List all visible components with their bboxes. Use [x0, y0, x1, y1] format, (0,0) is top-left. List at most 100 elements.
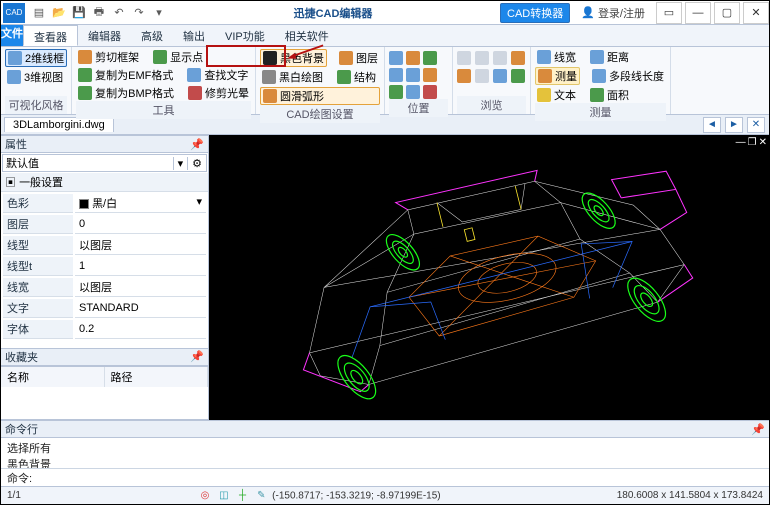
vp-restore-icon[interactable]: ❐ — [748, 137, 757, 148]
command-history: 选择所有 黑色背景 — [1, 438, 769, 468]
tab-prev-icon[interactable]: ◄ — [703, 117, 721, 133]
ribbon-copy-bmp[interactable]: 复制为BMP格式 — [76, 85, 176, 101]
status-bar: 1/1 ◎ ◫ ┼ ✎ (-150.8717; -153.3219; -8.97… — [1, 486, 769, 504]
login-link[interactable]: 👤登录/注册 — [581, 5, 645, 21]
nav-ico[interactable] — [493, 69, 507, 83]
pos-ico[interactable] — [389, 68, 403, 82]
ribbon-3d-view[interactable]: 3维视图 — [5, 69, 67, 85]
group-label: 测量 — [535, 103, 666, 121]
vp-close-icon[interactable]: ✕ — [759, 137, 767, 148]
open-icon[interactable]: 📂 — [50, 4, 68, 22]
new-icon[interactable]: ▤ — [30, 4, 48, 22]
pin-icon[interactable]: 📌 — [751, 423, 765, 436]
ribbon-show-points[interactable]: 显示点 — [151, 49, 205, 65]
undo-icon[interactable]: ↶ — [110, 4, 128, 22]
document-tab[interactable]: 3DLamborgini.dwg — [4, 117, 114, 132]
prop-layer[interactable]: 0 — [75, 215, 206, 234]
group-label: 工具 — [76, 101, 251, 119]
ribbon-area[interactable]: 面积 — [588, 87, 631, 103]
pos-ico[interactable] — [423, 51, 437, 65]
tab-advanced[interactable]: 高级 — [131, 25, 173, 46]
more-icon[interactable]: ▾ — [150, 4, 168, 22]
command-panel-header: 命令行📌 — [1, 420, 769, 438]
prop-textstyle[interactable]: STANDARD — [75, 299, 206, 318]
vp-minimize-icon[interactable]: — — [736, 137, 746, 148]
nav-ico[interactable] — [475, 69, 489, 83]
ribbon-lineweight[interactable]: 线宽 — [535, 49, 578, 65]
prop-color[interactable]: 黑/白 ▾ — [75, 194, 206, 213]
print-icon[interactable]: 🖶 — [90, 4, 108, 22]
ribbon-smooth-arc[interactable]: 圆滑弧形 — [260, 87, 380, 105]
nav-ico[interactable] — [457, 51, 471, 65]
pos-ico[interactable] — [406, 51, 420, 65]
nav-ico[interactable] — [457, 69, 471, 83]
tab-related[interactable]: 相关软件 — [275, 25, 339, 46]
ribbon-black-background[interactable]: 黑色背景 — [260, 49, 327, 67]
status-page: 1/1 — [7, 490, 21, 501]
property-section[interactable]: ▣ 一般设置 — [1, 173, 208, 192]
ribbon-2d-wireframe[interactable]: 2维线框 — [5, 49, 67, 67]
status-ico[interactable]: ◎ — [198, 489, 212, 503]
ribbon-copy-emf[interactable]: 复制为EMF格式 — [76, 67, 175, 83]
nav-ico[interactable] — [511, 51, 525, 65]
save-icon[interactable]: 💾 — [70, 4, 88, 22]
ribbon-structure[interactable]: 结构 — [335, 69, 378, 85]
pos-ico[interactable] — [406, 85, 420, 99]
close-icon[interactable]: ✕ — [743, 2, 769, 24]
command-prompt: 命令: — [7, 470, 32, 486]
pos-ico[interactable] — [423, 68, 437, 82]
app-title: 迅捷CAD编辑器 — [169, 5, 497, 21]
app-logo: CAD — [3, 3, 25, 23]
command-input[interactable] — [35, 472, 763, 484]
pin-icon[interactable]: 📌 — [190, 350, 204, 363]
group-label: 浏览 — [457, 96, 526, 114]
ribbon-find-text[interactable]: 查找文字 — [185, 67, 250, 83]
ribbon-polyline-length[interactable]: 多段线长度 — [590, 67, 666, 85]
group-label: 位置 — [389, 99, 448, 117]
tab-output[interactable]: 输出 — [173, 25, 215, 46]
pos-ico[interactable] — [389, 85, 403, 99]
pos-ico[interactable] — [406, 68, 420, 82]
minimize-icon[interactable]: — — [685, 2, 711, 24]
redo-icon[interactable]: ↷ — [130, 4, 148, 22]
nav-ico[interactable] — [475, 51, 489, 65]
prop-lineweight[interactable]: 以图层 — [75, 278, 206, 297]
status-box: 180.6008 x 141.5804 x 173.8424 — [617, 490, 763, 501]
tab-close-icon[interactable]: ✕ — [747, 117, 765, 133]
favorites-panel-header: 收藏夹📌 — [1, 348, 208, 366]
status-ico[interactable]: ┼ — [236, 489, 250, 503]
group-label: 可视化风格 — [5, 96, 67, 114]
pos-ico[interactable] — [389, 51, 403, 65]
nav-ico[interactable] — [493, 51, 507, 65]
status-coords: (-150.8717; -153.3219; -8.97199E-15) — [272, 490, 440, 501]
property-filter-select[interactable]: 默认值▾⚙ — [2, 154, 207, 172]
drawing-viewport[interactable]: —❐✕ — [209, 135, 769, 420]
ribbon-distance[interactable]: 距离 — [588, 49, 631, 65]
ribbon-tabs: 文件 查看器 编辑器 高级 输出 VIP功能 相关软件 — [1, 25, 769, 47]
tab-vip[interactable]: VIP功能 — [215, 25, 275, 46]
prop-linetype[interactable]: 以图层 — [75, 236, 206, 255]
ribbon-bw-drawing[interactable]: 黑白绘图 — [260, 69, 325, 85]
ribbon-measure[interactable]: 测量 — [535, 67, 580, 85]
status-ico[interactable]: ◫ — [217, 489, 231, 503]
tab-file[interactable]: 文件 — [1, 25, 23, 46]
ribbon-crop-frame[interactable]: 剪切框架 — [76, 49, 141, 65]
pos-ico[interactable] — [423, 85, 437, 99]
prop-height[interactable]: 0.2 — [75, 320, 206, 339]
ribbon: 2维线框 3维视图 可视化风格 剪切框架 显示点 复制为EMF格式 查找文字 复… — [1, 47, 769, 115]
ribbon-text[interactable]: 文本 — [535, 87, 578, 103]
tab-editor[interactable]: 编辑器 — [78, 25, 131, 46]
ribbon-collapse-icon[interactable]: ▭ — [656, 2, 682, 24]
prop-linetype2[interactable]: 1 — [75, 257, 206, 276]
pin-icon[interactable]: 📌 — [190, 138, 204, 151]
maximize-icon[interactable]: ▢ — [714, 2, 740, 24]
ribbon-trim-halo[interactable]: 修剪光晕 — [186, 85, 251, 101]
tab-next-icon[interactable]: ► — [725, 117, 743, 133]
nav-ico[interactable] — [511, 69, 525, 83]
tab-viewer[interactable]: 查看器 — [23, 25, 78, 46]
cad-convert-button[interactable]: CAD转换器 — [500, 3, 570, 23]
group-label: CAD绘图设置 — [260, 105, 380, 123]
properties-table: 色彩 黑/白 ▾ 图层0 线型以图层 线型t1 线宽以图层 文字STANDARD… — [1, 192, 208, 341]
ribbon-layers[interactable]: 图层 — [337, 49, 380, 67]
status-ico[interactable]: ✎ — [254, 489, 268, 503]
